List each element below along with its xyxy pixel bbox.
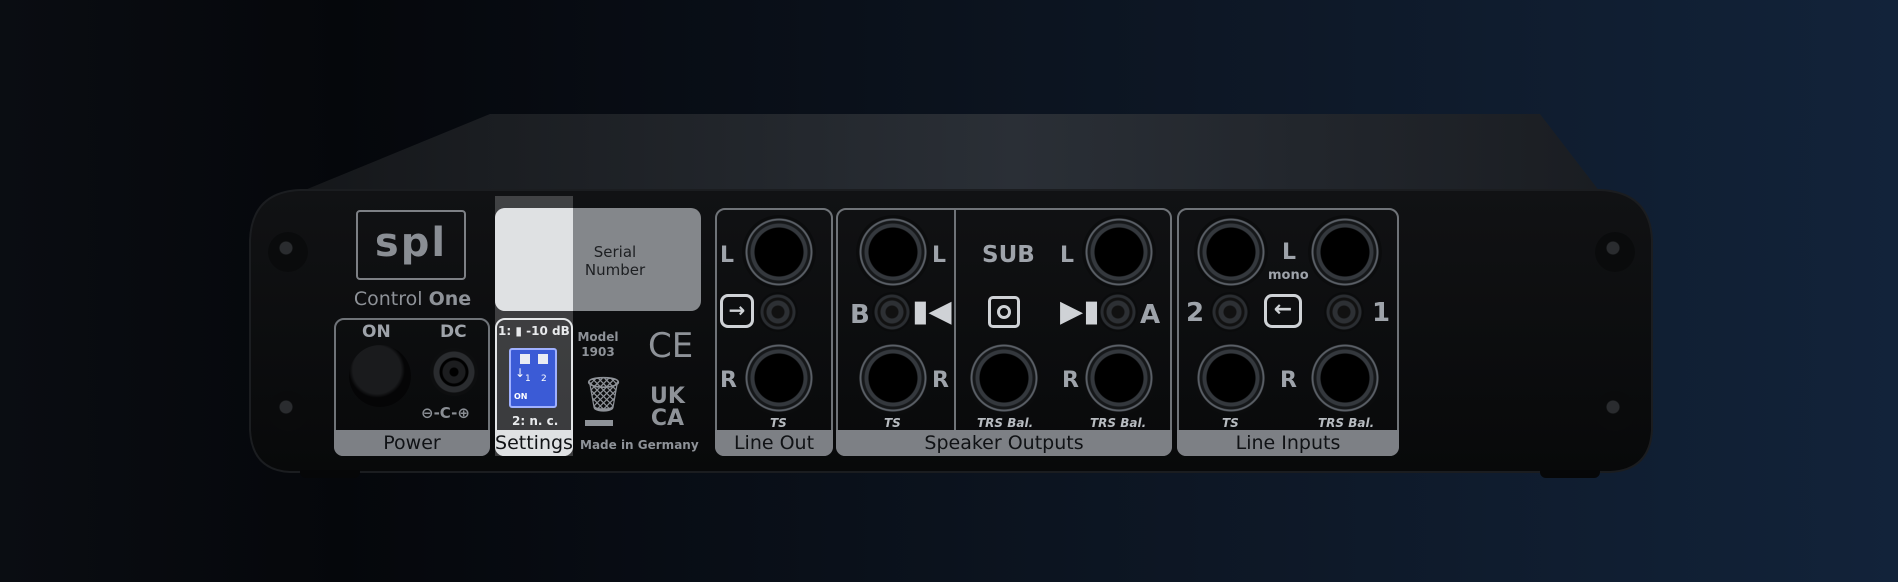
switch1-label-row: 1: ▮ -10 dB <box>498 324 570 338</box>
line-in-1-label: 1 <box>1372 298 1391 328</box>
line-in-2-left-jack[interactable] <box>1194 215 1268 289</box>
line-out-icon: → <box>720 294 754 328</box>
speaker-a-left-jack[interactable] <box>1082 215 1156 289</box>
speaker-b-left-jack[interactable] <box>856 215 930 289</box>
speaker-b-mini-jack[interactable] <box>872 292 912 332</box>
speaker-a-right-jack[interactable] <box>1082 341 1156 415</box>
dc-polarity-symbol: ⊖-C-⊕ <box>421 404 470 422</box>
line-in-2-type-label: TS <box>1222 416 1239 430</box>
switch2-label: 2: n. c. <box>512 414 559 428</box>
brand-logo-text: spl <box>374 220 448 266</box>
line-in-icon: ← <box>1264 294 1302 328</box>
ce-mark: CE <box>648 326 694 366</box>
power-button[interactable] <box>349 345 411 407</box>
sub-speaker-icon <box>988 296 1020 328</box>
foot-right <box>1540 470 1600 478</box>
line-in-2-label: 2 <box>1186 298 1205 328</box>
line-in-1-type-label: TRS Bal. <box>1318 416 1375 430</box>
dip-toggle-1[interactable] <box>520 354 530 364</box>
speaker-b-left-label: L <box>932 243 947 268</box>
screw-top-left <box>268 232 308 272</box>
power-section-label: Power <box>334 430 490 456</box>
speaker-b-type-label: TS <box>884 416 901 430</box>
power-dc-label: DC <box>440 322 467 342</box>
ukca-line1: UK <box>650 384 685 409</box>
serial-highlight <box>495 208 573 311</box>
line-out-type-label: TS <box>770 416 787 430</box>
device-rear-panel-scene: spl Control One Serial Number ON DC ⊖-C-… <box>0 0 1898 582</box>
dc-input-jack[interactable] <box>430 348 478 396</box>
dip-number-1: 1 <box>525 374 531 384</box>
model-name-right: One <box>428 288 472 310</box>
switch1-value: -10 dB <box>526 324 570 338</box>
line-inputs-section-label: Line Inputs <box>1177 430 1399 456</box>
model-line2: 1903 <box>581 345 615 359</box>
line-out-right-jack[interactable] <box>742 341 816 415</box>
dip-arrow-icon: ↓ <box>515 366 526 380</box>
sub-speaker-cone <box>997 305 1011 319</box>
sub-jack[interactable] <box>967 341 1041 415</box>
switch1-label: 1: <box>498 324 512 338</box>
model-name: Control One <box>350 288 475 310</box>
dip-number-2: 2 <box>541 374 547 384</box>
model-name-left: Control <box>353 288 423 310</box>
weee-bin-icon: 🗑 <box>582 375 626 415</box>
speaker-a-right-label: R <box>1062 368 1079 393</box>
line-out-section-label: Line Out <box>715 430 833 456</box>
dip-on-label: ON <box>514 392 528 401</box>
speaker-a-type-label: TRS Bal. <box>1090 416 1147 430</box>
line-in-1-right-jack[interactable] <box>1308 341 1382 415</box>
line-out-right-label: R <box>720 368 737 393</box>
sub-type-label: TRS Bal. <box>977 416 1034 430</box>
line-out-left-label: L <box>720 243 735 268</box>
speaker-a-left-label: L <box>1060 243 1075 268</box>
speaker-a-mini-jack[interactable] <box>1098 292 1138 332</box>
speaker-outputs-divider <box>954 210 956 430</box>
made-in-label: Made in Germany <box>580 438 699 452</box>
screw-bottom-left <box>268 391 308 431</box>
weee-bar <box>585 420 613 426</box>
speaker-a-label: A <box>1140 300 1161 330</box>
ukca-mark: UK CA <box>650 386 685 430</box>
screw-top-right <box>1595 232 1635 272</box>
model-text: Model 1903 <box>576 330 620 360</box>
line-in-1-mini-jack[interactable] <box>1324 292 1364 332</box>
speaker-b-right-jack[interactable] <box>856 341 930 415</box>
settings-section-label: Settings <box>495 430 573 456</box>
line-in-mono-label: mono <box>1268 268 1309 283</box>
speaker-b-label: B <box>850 300 870 330</box>
speaker-outputs-section-label: Speaker Outputs <box>836 430 1172 456</box>
sub-label: SUB <box>982 242 1035 268</box>
speaker-b-right-label: R <box>932 368 949 393</box>
line-in-1-left-jack[interactable] <box>1308 215 1382 289</box>
speaker-a-icon: ▶▮ <box>1060 294 1100 329</box>
brand-logo: spl <box>356 210 466 280</box>
line-in-left-label: L <box>1282 240 1297 265</box>
speaker-icon: ▮ <box>515 324 522 338</box>
line-in-right-label: R <box>1280 368 1297 393</box>
line-out-left-jack[interactable] <box>742 215 816 289</box>
line-in-2-mini-jack[interactable] <box>1210 292 1250 332</box>
speaker-b-icon: ▮◀ <box>912 294 952 329</box>
foot-left <box>300 470 360 478</box>
dip-switch[interactable]: 1 2 ↓ ON <box>509 348 557 408</box>
model-line1: Model <box>577 330 619 344</box>
ukca-line2: CA <box>650 406 685 431</box>
power-on-label: ON <box>362 322 391 342</box>
line-in-2-right-jack[interactable] <box>1194 341 1268 415</box>
dip-toggle-2[interactable] <box>538 354 548 364</box>
line-out-mini-jack[interactable] <box>758 292 798 332</box>
screw-bottom-right <box>1595 391 1635 431</box>
